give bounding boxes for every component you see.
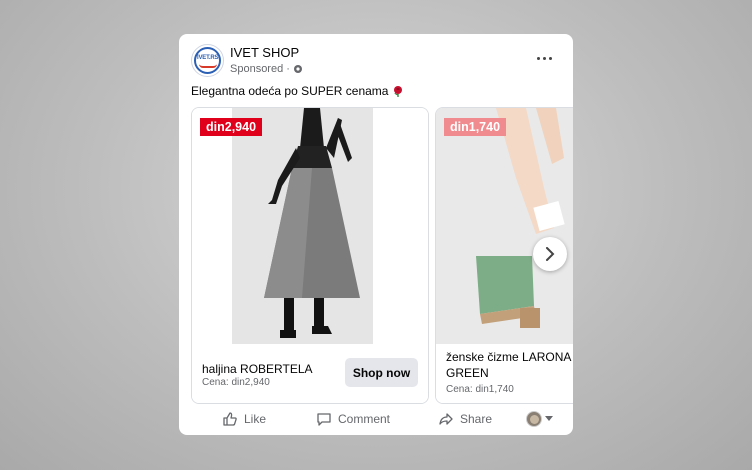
sponsored-label: Sponsored · <box>230 63 303 75</box>
carousel-card[interactable]: din2,940 haljina ROBERTELA Cena: din2,94… <box>191 107 429 404</box>
reaction-profile-selector[interactable] <box>526 411 553 427</box>
avatar-logo-wave <box>199 64 217 68</box>
product-price-text: Cena: din1,740 <box>446 384 514 395</box>
like-label: Like <box>244 412 267 426</box>
like-button[interactable]: Like <box>222 406 266 432</box>
carousel-next-button[interactable] <box>533 237 567 271</box>
globe-icon <box>293 65 302 73</box>
share-label: Share <box>460 412 493 426</box>
share-button[interactable]: Share <box>438 406 492 432</box>
page-avatar[interactable]: IVET.RS <box>191 44 224 77</box>
avatar-logo-text: IVET.RS <box>197 55 219 61</box>
product-title[interactable]: haljina ROBERTELA <box>202 361 313 377</box>
price-badge: din1,740 <box>444 118 507 136</box>
product-title[interactable]: ženske čizme LARONA GREEN <box>446 349 573 381</box>
comment-label: Comment <box>338 412 391 426</box>
sponsored-post: IVET.RS IVET SHOP Sponsored · Elegantna … <box>179 34 573 435</box>
chevron-right-icon <box>546 247 555 261</box>
caption-text: Elegantna odeća po SUPER cenama <box>191 84 389 98</box>
sponsored-text: Sponsored · <box>230 63 290 75</box>
shop-now-button[interactable]: Shop now <box>345 358 418 387</box>
product-image-dress[interactable]: din2,940 <box>192 108 428 344</box>
page-name[interactable]: IVET SHOP <box>230 45 299 60</box>
share-icon <box>439 413 453 425</box>
post-caption: Elegantna odeća po SUPER cenama <box>191 84 404 98</box>
comment-icon <box>317 413 331 426</box>
product-image-boots[interactable]: din1,740 <box>436 108 573 344</box>
more-options-icon[interactable] <box>535 52 555 64</box>
comment-button[interactable]: Comment <box>316 406 390 432</box>
card-footer: ženske čizme LARONA GREEN Cena: din1,740 <box>436 344 573 403</box>
profile-avatar <box>526 411 542 427</box>
post-actions: Like Comment Share <box>179 406 573 432</box>
post-header: IVET.RS IVET SHOP Sponsored · <box>191 44 561 80</box>
product-carousel[interactable]: din2,940 haljina ROBERTELA Cena: din2,94… <box>191 107 573 404</box>
caret-down-icon <box>545 416 553 421</box>
thumbs-up-icon <box>223 412 237 426</box>
card-footer: haljina ROBERTELA Cena: din2,940 Shop no… <box>192 344 428 403</box>
price-badge: din2,940 <box>200 118 263 136</box>
rose-emoji-icon <box>394 86 403 97</box>
product-price-text: Cena: din2,940 <box>202 377 270 388</box>
